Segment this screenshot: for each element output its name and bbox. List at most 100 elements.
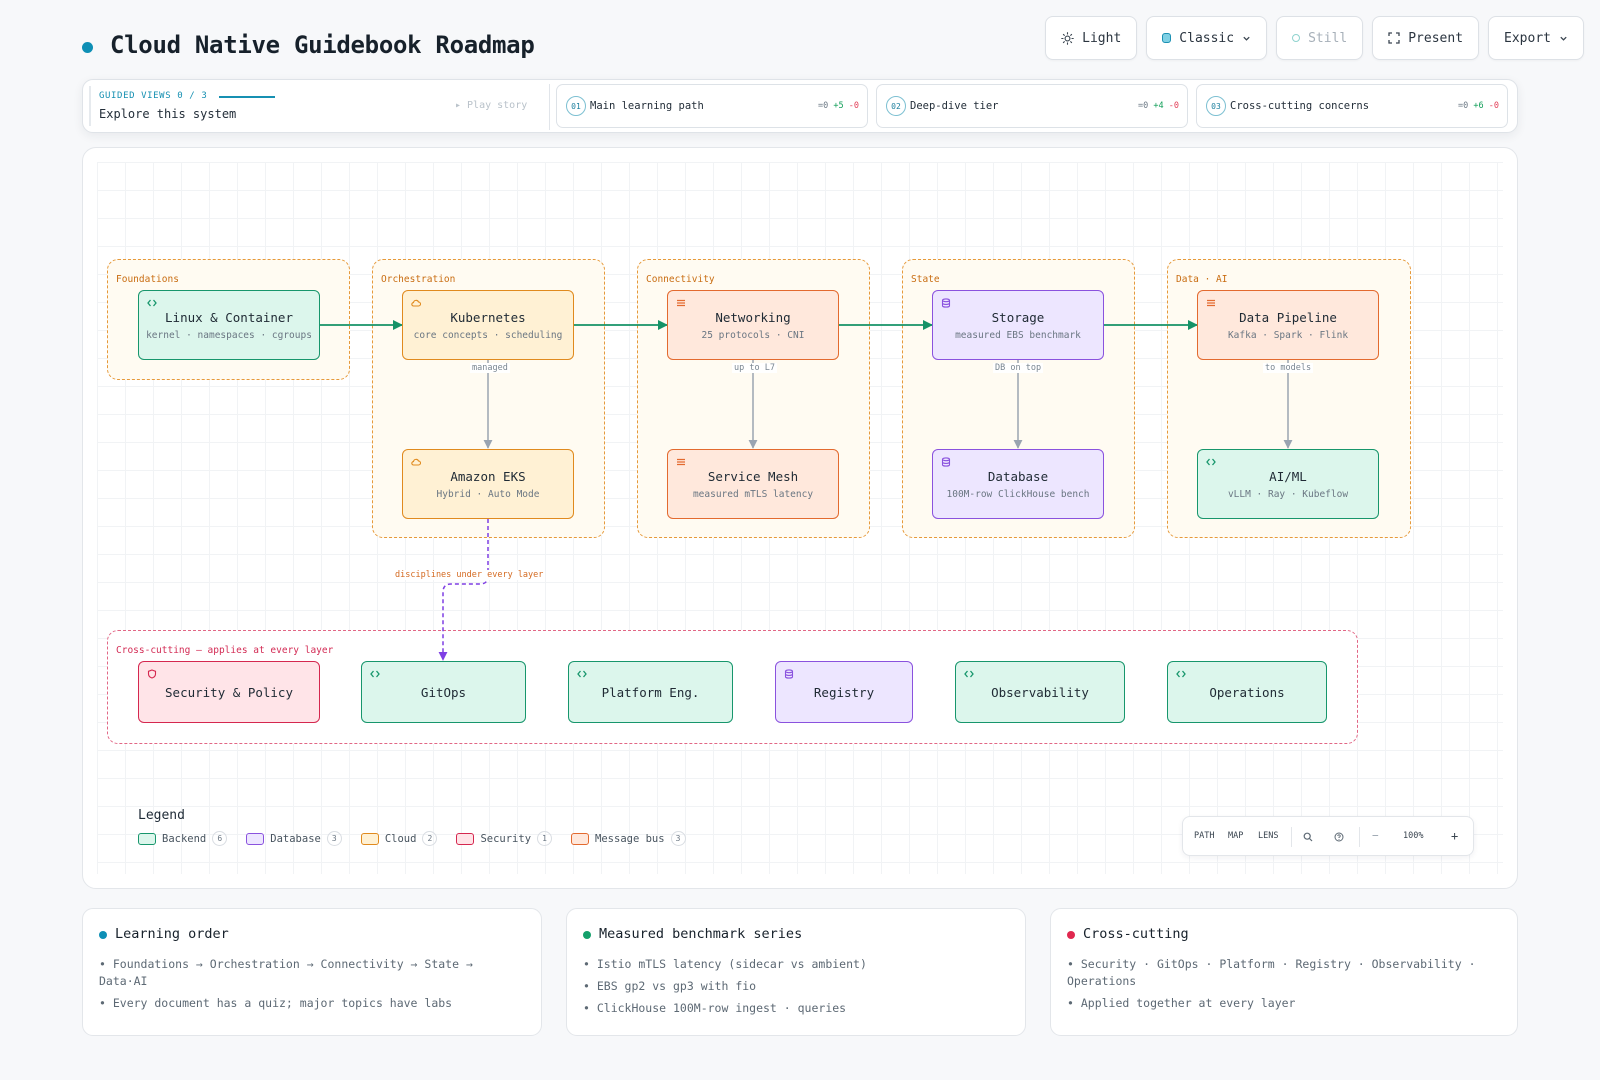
node-observability[interactable]: Observability xyxy=(955,661,1125,723)
legend-label: Security xyxy=(480,832,532,845)
card-item: • Applied together at every layer xyxy=(1067,996,1296,1010)
card-item: • Foundations → Orchestration → Connecti… xyxy=(99,957,473,988)
node-kubernetes[interactable]: Kubernetes core concepts · scheduling xyxy=(402,290,574,360)
guided-view-deep-dive-tier[interactable]: 02 Deep-dive tier =0 +4 -0 xyxy=(876,84,1188,128)
legend-label: Cloud xyxy=(384,832,417,845)
view-name: Main learning path xyxy=(590,100,704,112)
node-title: Database xyxy=(987,468,1049,484)
card-dot xyxy=(583,931,591,939)
view-stats: =0 +4 -0 xyxy=(1138,101,1179,111)
light-label: Light xyxy=(1082,30,1122,46)
view-name: Cross-cutting concerns xyxy=(1230,100,1370,112)
still-label: Still xyxy=(1308,30,1348,46)
present-label: Present xyxy=(1408,30,1464,46)
card-dot xyxy=(1067,931,1075,939)
node-title: Networking xyxy=(715,309,791,325)
node-subtitle: 25 protocols · CNI xyxy=(701,329,805,341)
node-database[interactable]: Database 100M-row ClickHouse bench xyxy=(932,449,1104,519)
legend: Backend 6 Database 3 Cloud 2 Security 1 Mess… xyxy=(138,831,686,846)
zoom-in-button[interactable]: + xyxy=(1451,829,1458,843)
chevron-down-icon xyxy=(1243,36,1250,41)
guided-views-bar: GUIDED VIEWS 0 / 3 Explore this system ▸… xyxy=(82,79,1518,133)
node-title: Security & Policy xyxy=(165,684,293,700)
map-mode-button[interactable]: MAP xyxy=(1228,831,1243,841)
export-dropdown[interactable]: Export xyxy=(1488,16,1584,60)
play-story-button[interactable]: ▸ Play story xyxy=(455,100,527,111)
light-theme-button[interactable]: Light xyxy=(1045,16,1138,60)
node-subtitle: Hybrid · Auto Mode xyxy=(436,488,540,500)
node-title: Observability xyxy=(991,684,1089,700)
page-title: Cloud Native Guidebook Roadmap xyxy=(110,31,535,59)
legend-label: Message bus xyxy=(595,832,665,845)
node-title: Registry xyxy=(813,684,875,700)
present-button[interactable]: Present xyxy=(1372,16,1480,60)
control-separator xyxy=(1359,827,1360,847)
node-platform-eng[interactable]: Platform Eng. xyxy=(568,661,733,723)
search-icon[interactable] xyxy=(1303,832,1313,842)
card-title: Cross-cutting xyxy=(1083,926,1189,942)
code-icon xyxy=(577,670,587,678)
card-item: • Istio mTLS latency (sidecar vs ambient… xyxy=(583,957,867,971)
node-subtitle: core concepts · scheduling xyxy=(413,329,563,341)
legend-swatch xyxy=(360,832,379,845)
lens-mode-button[interactable]: LENS xyxy=(1258,831,1278,841)
card-title: Learning order xyxy=(115,926,229,942)
legend-item-message-bus[interactable]: Message bus 3 xyxy=(571,831,686,846)
legend-item-security[interactable]: Security 1 xyxy=(456,831,553,846)
node-title: GitOps xyxy=(420,684,467,700)
node-title: Kubernetes xyxy=(450,309,526,325)
node-title: Platform Eng. xyxy=(601,684,700,700)
edge-eks-gitops xyxy=(438,519,489,661)
still-toggle-button[interactable]: Still xyxy=(1276,16,1364,60)
view-stats: =0 +6 -0 xyxy=(1458,101,1499,111)
node-networking[interactable]: Networking 25 protocols · CNI xyxy=(667,290,839,360)
node-title: Data Pipeline xyxy=(1239,309,1337,325)
diagram-canvas[interactable]: Foundations Orchestration Connectivity S… xyxy=(82,147,1518,889)
stream-icon xyxy=(677,458,685,466)
legend-swatch xyxy=(456,832,475,845)
legend-title: Legend xyxy=(138,808,185,823)
legend-item-backend[interactable]: Backend 6 xyxy=(138,831,228,846)
node-storage[interactable]: Storage measured EBS benchmark xyxy=(932,290,1104,360)
legend-item-database[interactable]: Database 3 xyxy=(246,831,342,846)
edge-label-disciplines: disciplines under every layer xyxy=(393,570,546,580)
path-mode-button[interactable]: PATH xyxy=(1194,831,1214,841)
code-icon xyxy=(964,670,974,678)
node-service-mesh[interactable]: Service Mesh measured mTLS latency xyxy=(667,449,839,519)
guided-subtitle: Explore this system xyxy=(99,107,237,121)
node-title: Storage xyxy=(991,309,1045,325)
node-amazon-eks[interactable]: Amazon EKS Hybrid · Auto Mode xyxy=(402,449,574,519)
node-gitops[interactable]: GitOps xyxy=(361,661,526,723)
card-item: • Security · GitOps · Platform · Registr… xyxy=(1067,957,1476,988)
node-title: AI/ML xyxy=(1269,468,1307,484)
guided-view-main-learning-path[interactable]: 01 Main learning path =0 +5 -0 xyxy=(556,84,868,128)
node-title: Linux & Container xyxy=(165,309,293,325)
node-security-policy[interactable]: Security & Policy xyxy=(138,661,320,723)
classic-style-dropdown[interactable]: Classic xyxy=(1146,16,1268,60)
node-linux-container[interactable]: Linux & Container kernel · namespaces · … xyxy=(138,290,320,360)
database-icon xyxy=(941,457,951,467)
legend-count: 3 xyxy=(670,831,686,846)
guided-views-label: GUIDED VIEWS 0 / 3 xyxy=(99,91,208,101)
node-registry[interactable]: Registry xyxy=(775,661,913,723)
view-number: 02 xyxy=(886,96,906,116)
legend-count: 2 xyxy=(422,831,438,846)
node-operations[interactable]: Operations xyxy=(1167,661,1327,723)
node-subtitle: kernel · namespaces · cgroups xyxy=(146,329,312,341)
node-subtitle: 100M-row ClickHouse bench xyxy=(946,488,1090,500)
code-icon xyxy=(1176,670,1186,678)
cloud-icon xyxy=(411,458,421,466)
card-item: • Every document has a quiz; major topic… xyxy=(99,996,453,1010)
card-item: • ClickHouse 100M-row ingest · queries xyxy=(583,1001,847,1015)
card-item: • EBS gp2 vs gp3 with fio xyxy=(583,979,757,993)
zoom-out-button[interactable]: − xyxy=(1372,829,1379,842)
legend-item-cloud[interactable]: Cloud 2 xyxy=(360,831,438,846)
node-ai-ml[interactable]: AI/ML vLLM · Ray · Kubeflow xyxy=(1197,449,1379,519)
guided-view-cross-cutting[interactable]: 03 Cross-cutting concerns =0 +6 -0 xyxy=(1196,84,1508,128)
help-icon[interactable] xyxy=(1334,832,1344,842)
node-data-pipeline[interactable]: Data Pipeline Kafka · Spark · Flink xyxy=(1197,290,1379,360)
legend-swatch xyxy=(138,832,156,845)
database-icon xyxy=(784,669,794,679)
legend-swatch xyxy=(246,832,265,845)
zoom-level: 100% xyxy=(1403,831,1424,841)
